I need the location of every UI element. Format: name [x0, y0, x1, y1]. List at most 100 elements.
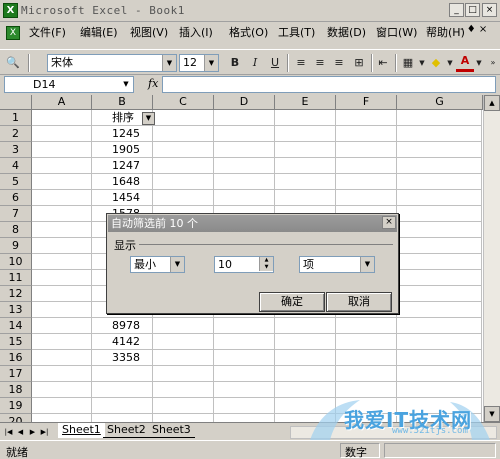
- column-header-d[interactable]: D: [214, 95, 275, 110]
- next-sheet-icon[interactable]: ▶: [27, 426, 38, 438]
- bold-button[interactable]: B: [226, 54, 244, 72]
- name-box[interactable]: D14 ▼: [4, 76, 134, 93]
- decrease-indent-icon[interactable]: ⇤: [374, 54, 392, 72]
- row-header-4[interactable]: 4: [0, 158, 32, 174]
- tab-sheet2[interactable]: Sheet2: [103, 423, 150, 438]
- align-center-icon[interactable]: ≡: [311, 54, 329, 72]
- chevron-down-icon[interactable]: ▼: [170, 257, 184, 272]
- insert-function-icon[interactable]: fx: [148, 77, 158, 90]
- first-sheet-icon[interactable]: |◀: [3, 426, 14, 438]
- row-header-5[interactable]: 5: [0, 174, 32, 190]
- horizontal-scrollbar[interactable]: [290, 426, 497, 439]
- row-header-11[interactable]: 11: [0, 270, 32, 286]
- toolbar-options-icon[interactable]: »: [484, 54, 500, 72]
- row-header-9[interactable]: 9: [0, 238, 32, 254]
- print-preview-icon[interactable]: 🔍: [4, 54, 22, 72]
- dialog-close-icon[interactable]: ×: [382, 216, 396, 229]
- top-bottom-select[interactable]: 最小 ▼: [130, 256, 185, 273]
- font-name-select[interactable]: 宋体 ▼: [47, 54, 177, 72]
- sheet-tab-bar: |◀ ◀ ▶ ▶| Sheet1 Sheet2 Sheet3: [0, 422, 500, 440]
- maximize-button[interactable]: □: [465, 3, 480, 17]
- row-header-1[interactable]: 1: [0, 110, 32, 126]
- spin-up-icon[interactable]: ▲: [259, 257, 273, 264]
- cell-b1[interactable]: 排序: [112, 110, 134, 126]
- row-header-15[interactable]: 15: [0, 334, 32, 350]
- underline-button[interactable]: U: [266, 54, 284, 72]
- menu-edit[interactable]: 编辑(E): [80, 25, 118, 41]
- cell-b4[interactable]: 1247: [112, 158, 140, 174]
- row-header-13[interactable]: 13: [0, 302, 32, 318]
- column-header-f[interactable]: F: [336, 95, 397, 110]
- italic-button[interactable]: I: [246, 54, 264, 72]
- scroll-up-icon[interactable]: ▲: [484, 95, 500, 111]
- row-gridline: [32, 381, 482, 382]
- show-group-label: 显示: [114, 237, 139, 253]
- row-header-10[interactable]: 10: [0, 254, 32, 270]
- vertical-scrollbar[interactable]: ▲ ▼: [483, 95, 500, 422]
- document-window-controls[interactable]: - ♦ ×: [460, 24, 487, 35]
- chevron-down-icon[interactable]: ▼: [360, 257, 374, 272]
- select-all-corner[interactable]: [0, 95, 32, 110]
- column-header-g[interactable]: G: [397, 95, 483, 110]
- row-gridline: [32, 349, 482, 350]
- menu-view[interactable]: 视图(V): [130, 25, 168, 41]
- cell-b6[interactable]: 1454: [112, 190, 140, 206]
- cancel-button[interactable]: 取消: [326, 292, 392, 312]
- row-header-3[interactable]: 3: [0, 142, 32, 158]
- row-header-14[interactable]: 14: [0, 318, 32, 334]
- column-header-a[interactable]: A: [32, 95, 92, 110]
- chevron-down-icon[interactable]: ▼: [162, 55, 176, 71]
- items-percent-select[interactable]: 项 ▼: [299, 256, 375, 273]
- column-header-e[interactable]: E: [275, 95, 336, 110]
- row-gridline: [32, 141, 482, 142]
- row-header-7[interactable]: 7: [0, 206, 32, 222]
- spin-down-icon[interactable]: ▼: [259, 264, 273, 271]
- menu-format[interactable]: 格式(O): [229, 25, 268, 41]
- title-bar: X Microsoft Excel - Book1 _ □ ×: [0, 0, 500, 22]
- menu-file[interactable]: 文件(F): [29, 25, 66, 41]
- scroll-down-icon[interactable]: ▼: [484, 406, 500, 422]
- item-count-spinner[interactable]: 10 ▲ ▼: [214, 256, 274, 273]
- menu-tools[interactable]: 工具(T): [278, 25, 315, 41]
- row-header-8[interactable]: 8: [0, 222, 32, 238]
- cell-b2[interactable]: 1245: [112, 126, 140, 142]
- close-button[interactable]: ×: [482, 3, 497, 17]
- toolbar-separator: [395, 54, 397, 72]
- chevron-down-icon[interactable]: ▼: [119, 77, 133, 92]
- merge-center-icon[interactable]: ⊞: [350, 54, 368, 72]
- cell-b3[interactable]: 1905: [112, 142, 140, 158]
- row-header-12[interactable]: 12: [0, 286, 32, 302]
- cell-b5[interactable]: 1648: [112, 174, 140, 190]
- align-left-icon[interactable]: ≡: [292, 54, 310, 72]
- menu-window[interactable]: 窗口(W): [376, 25, 417, 41]
- workbook-icon[interactable]: X: [6, 26, 20, 40]
- cell-b14[interactable]: 8978: [112, 318, 140, 334]
- row-header-16[interactable]: 16: [0, 350, 32, 366]
- menu-data[interactable]: 数据(D): [327, 25, 366, 41]
- status-mode: 就绪: [6, 446, 28, 459]
- chevron-down-icon[interactable]: ▼: [204, 55, 218, 71]
- ok-button[interactable]: 确定: [259, 292, 325, 312]
- row-header-6[interactable]: 6: [0, 190, 32, 206]
- row-header-19[interactable]: 19: [0, 398, 32, 414]
- top10-autofilter-dialog: 自动筛选前 10 个 × 显示 最小 ▼ 10 ▲ ▼ 项 ▼ 确定 取消: [106, 213, 399, 314]
- autofilter-dropdown-icon[interactable]: ▼: [142, 112, 155, 125]
- font-size-select[interactable]: 12 ▼: [179, 54, 219, 72]
- row-header-17[interactable]: 17: [0, 366, 32, 382]
- row-header-2[interactable]: 2: [0, 126, 32, 142]
- row-header-18[interactable]: 18: [0, 382, 32, 398]
- row-gridline: [32, 317, 482, 318]
- formula-input[interactable]: [162, 76, 496, 93]
- tab-sheet1[interactable]: Sheet1: [58, 423, 105, 438]
- minimize-button[interactable]: _: [449, 3, 464, 17]
- row-header-20[interactable]: 20: [0, 414, 32, 422]
- last-sheet-icon[interactable]: ▶|: [39, 426, 50, 438]
- column-header-b[interactable]: B: [92, 95, 153, 110]
- cell-b16[interactable]: 3358: [112, 350, 140, 366]
- cell-b15[interactable]: 4142: [112, 334, 140, 350]
- menu-insert[interactable]: 插入(I): [179, 25, 213, 41]
- prev-sheet-icon[interactable]: ◀: [15, 426, 26, 438]
- tab-sheet3[interactable]: Sheet3: [148, 423, 195, 438]
- align-right-icon[interactable]: ≡: [330, 54, 348, 72]
- column-header-c[interactable]: C: [153, 95, 214, 110]
